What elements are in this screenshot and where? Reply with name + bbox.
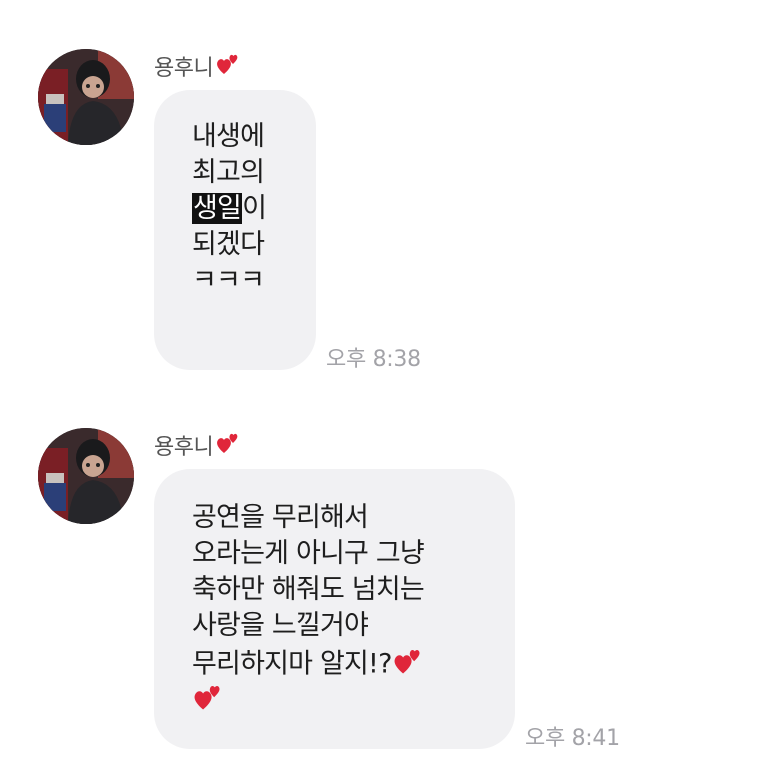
- message-group-2: 용후니 공연을 무리해서 오라는게 아니구 그냥 축하만 해줘도 넘치는 사랑을…: [0, 0, 769, 771]
- profile-photo: [38, 428, 134, 524]
- two-hearts-icon: [392, 644, 424, 686]
- message-text: 무리하지마 알지!?: [192, 648, 392, 680]
- sender-name: 용후니: [154, 429, 241, 461]
- two-hearts-icon: [192, 680, 224, 722]
- message-line: 사랑을 느낄거야: [192, 610, 369, 641]
- message-time: 오후 8:41: [525, 726, 620, 751]
- message-line-emoji: [192, 680, 515, 716]
- avatar[interactable]: [38, 428, 134, 524]
- sender-name-label: 용후니: [154, 435, 214, 460]
- message-line-with-emoji: 무리하지마 알지!?: [192, 644, 515, 680]
- two-hearts-icon: [215, 429, 241, 461]
- message-bubble[interactable]: 공연을 무리해서 오라는게 아니구 그냥 축하만 해줘도 넘치는 사랑을 느낄거…: [154, 469, 515, 749]
- message-line: 공연을 무리해서: [192, 502, 369, 533]
- message-line: 축하만 해줘도 넘치는: [192, 574, 425, 605]
- message-line: 오라는게 아니구 그냥: [192, 538, 425, 569]
